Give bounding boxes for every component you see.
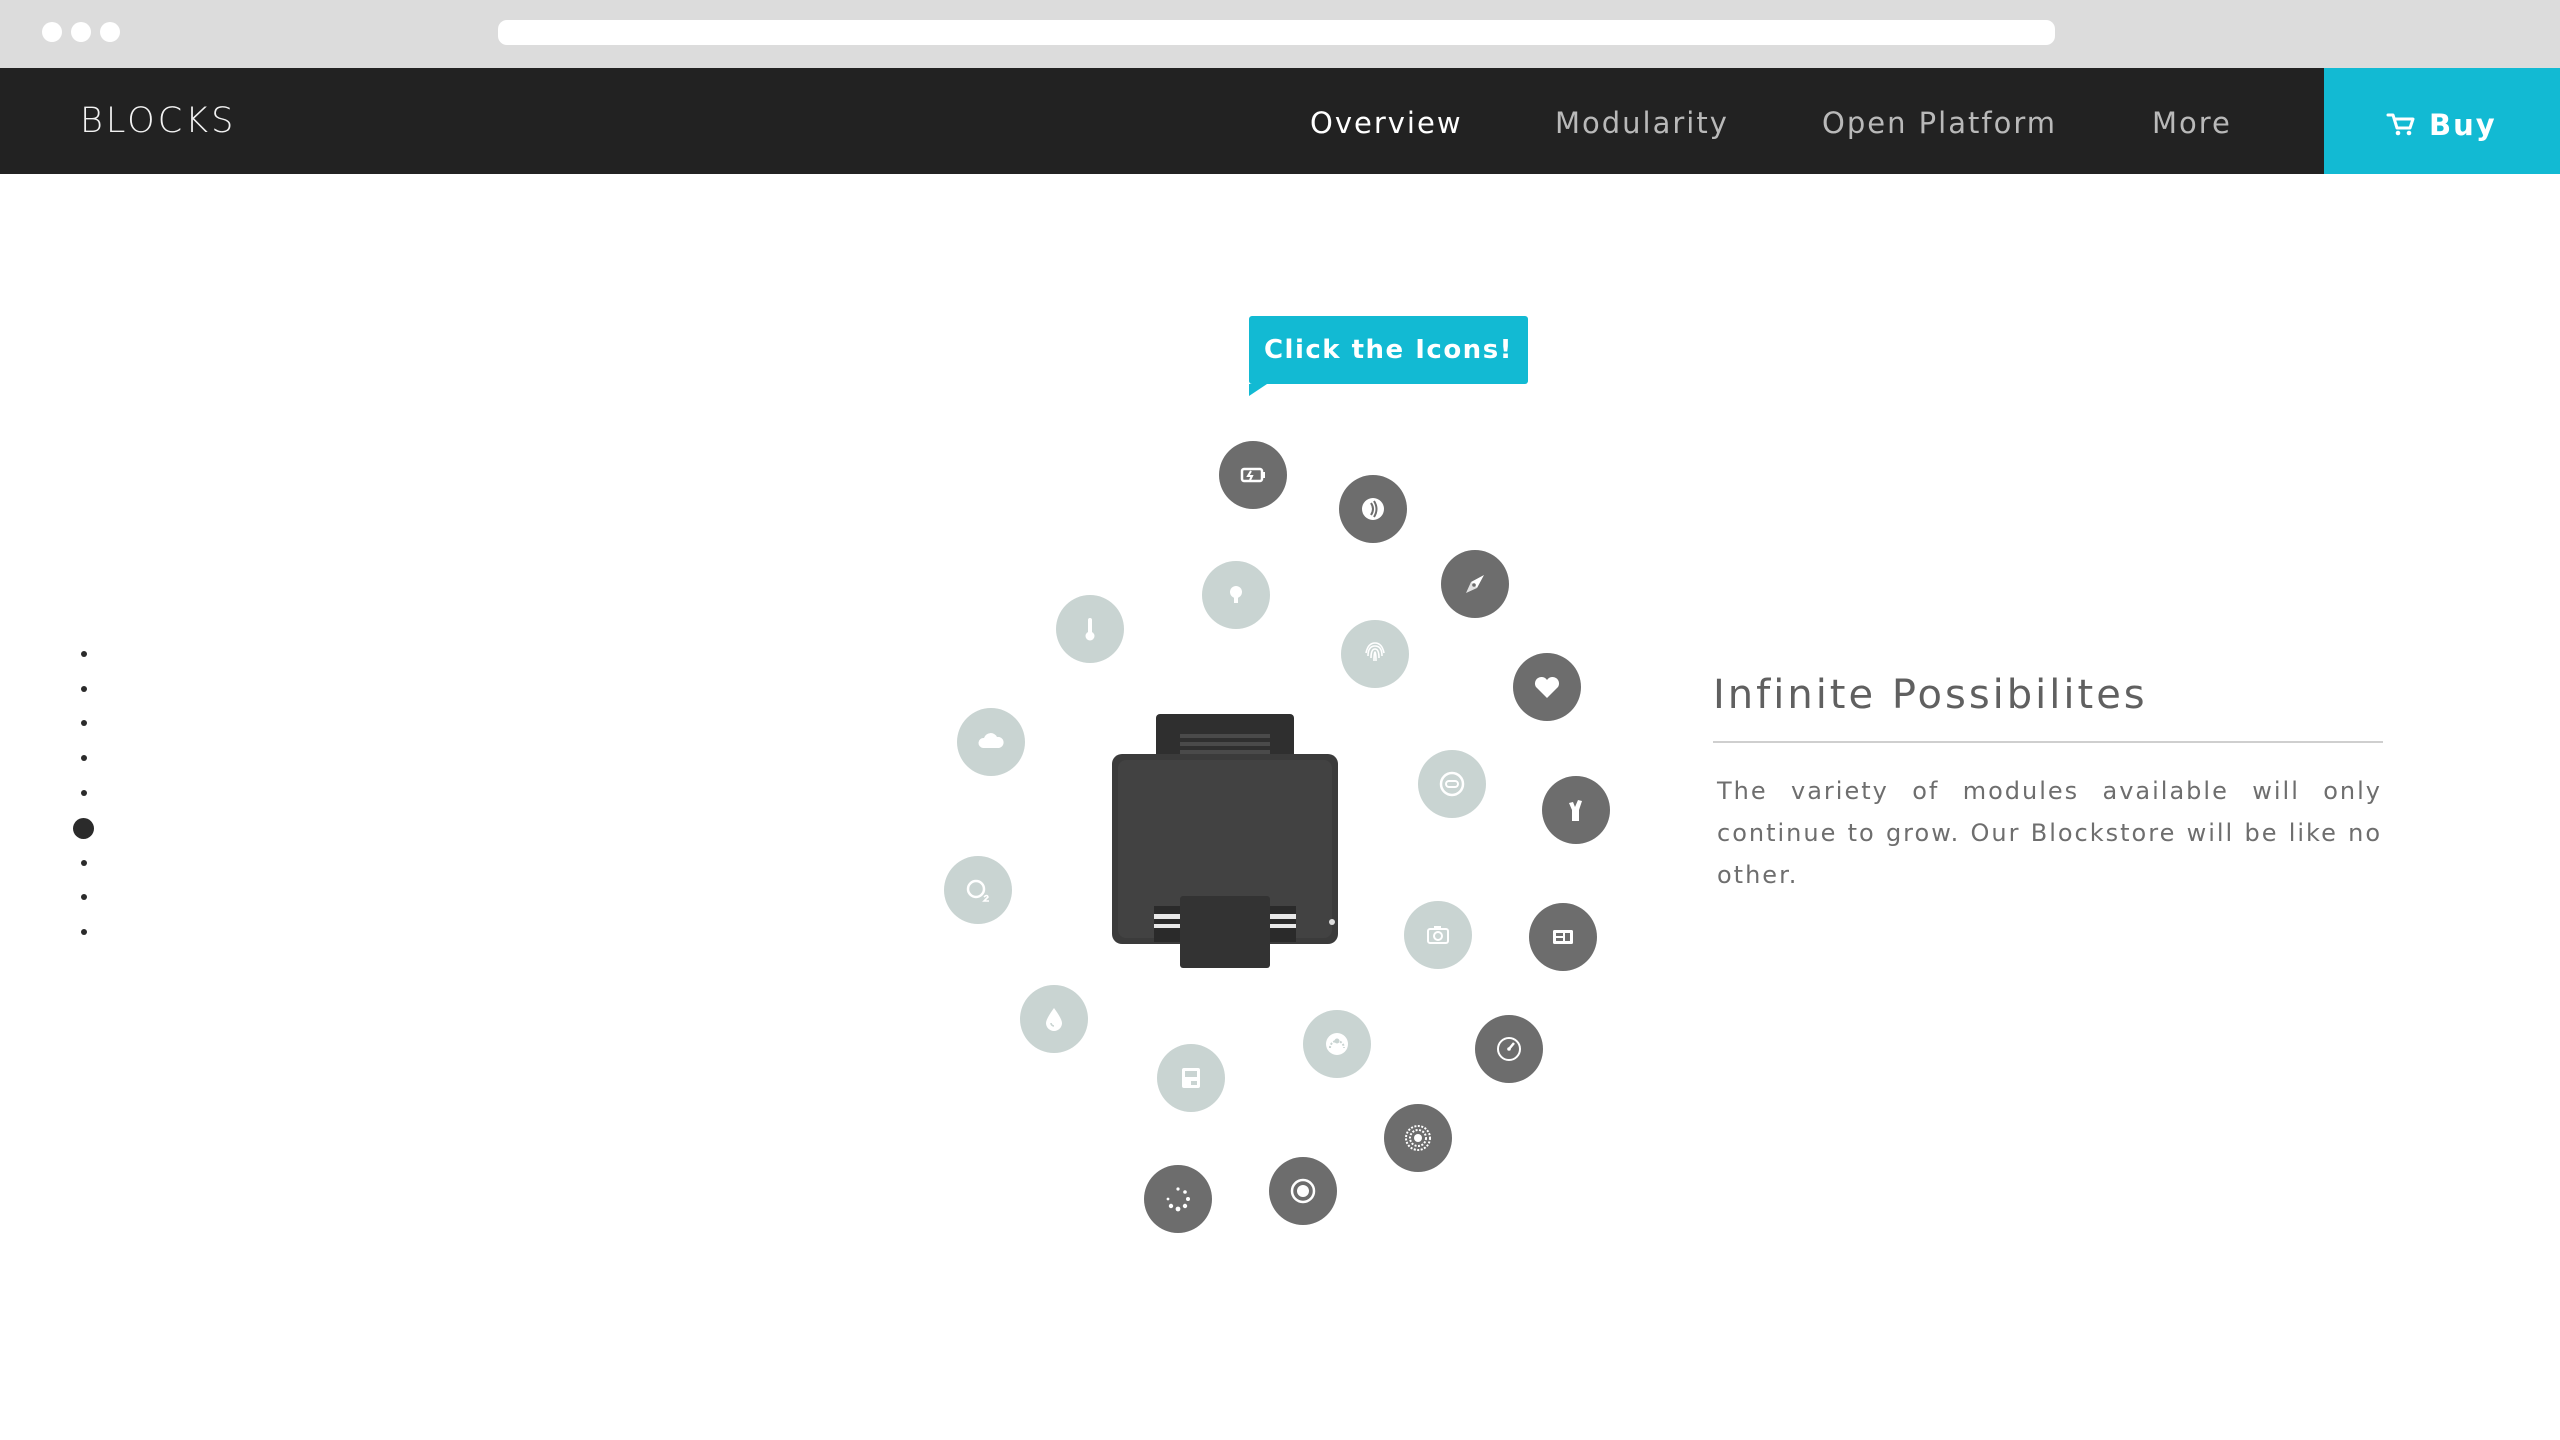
gesture-icon[interactable] [1542, 776, 1610, 844]
storage-icon[interactable] [1157, 1044, 1225, 1112]
click-icons-tooltip: Click the Icons! [1249, 316, 1528, 396]
lightbulb-icon[interactable] [1202, 561, 1270, 629]
camera-icon[interactable] [1404, 901, 1472, 969]
tooltip-tail [1249, 384, 1267, 396]
nav-open-platform[interactable]: Open Platform [1822, 68, 2057, 174]
pager-dot[interactable] [81, 860, 87, 866]
record-icon[interactable] [1269, 1157, 1337, 1225]
feature-title: Infinite Possibilites [1713, 672, 2148, 718]
browser-chrome [0, 0, 2560, 68]
nav-more[interactable]: More [2152, 68, 2232, 174]
top-navigation: BLOCKS Overview Modularity Open Platform… [0, 68, 2560, 174]
cart-icon [2386, 111, 2416, 141]
brand-logo[interactable]: BLOCKS [80, 68, 236, 174]
title-divider [1713, 741, 2383, 743]
heart-icon[interactable] [1513, 653, 1581, 721]
cloud-icon[interactable] [957, 708, 1025, 776]
buy-label: Buy [2429, 108, 2497, 142]
tooltip-text: Click the Icons! [1263, 335, 1514, 365]
oxygen-icon[interactable] [944, 856, 1012, 924]
pager-dot[interactable] [81, 929, 87, 935]
blocks-core-module-image [1108, 710, 1342, 974]
link-icon[interactable] [1418, 750, 1486, 818]
speaker-icon[interactable] [1384, 1104, 1452, 1172]
thermometer-icon[interactable] [1056, 595, 1124, 663]
gauge-icon[interactable] [1303, 1010, 1371, 1078]
loading-icon[interactable] [1144, 1165, 1212, 1233]
address-bar[interactable] [498, 20, 2055, 45]
battery-icon[interactable] [1219, 441, 1287, 509]
fingerprint-icon[interactable] [1341, 620, 1409, 688]
nfc-icon[interactable] [1339, 475, 1407, 543]
window-close-dot[interactable] [42, 22, 62, 42]
buy-button[interactable]: Buy [2324, 68, 2560, 174]
pager-dot[interactable] [81, 755, 87, 761]
window-maximize-dot[interactable] [100, 22, 120, 42]
pager-dot[interactable] [81, 790, 87, 796]
water-drop-icon[interactable] [1020, 985, 1088, 1053]
pager-dot[interactable] [81, 894, 87, 900]
nav-modularity[interactable]: Modularity [1555, 68, 1729, 174]
window-minimize-dot[interactable] [71, 22, 91, 42]
pager-dot[interactable] [81, 686, 87, 692]
sim-card-icon[interactable] [1529, 903, 1597, 971]
pager-dot[interactable] [81, 651, 87, 657]
pager-dot-active[interactable] [73, 818, 94, 839]
pager-dot[interactable] [81, 720, 87, 726]
speedometer-icon[interactable] [1475, 1015, 1543, 1083]
nav-overview[interactable]: Overview [1310, 68, 1463, 174]
feature-description: The variety of modules available will on… [1717, 777, 2382, 889]
compass-icon[interactable] [1441, 550, 1509, 618]
